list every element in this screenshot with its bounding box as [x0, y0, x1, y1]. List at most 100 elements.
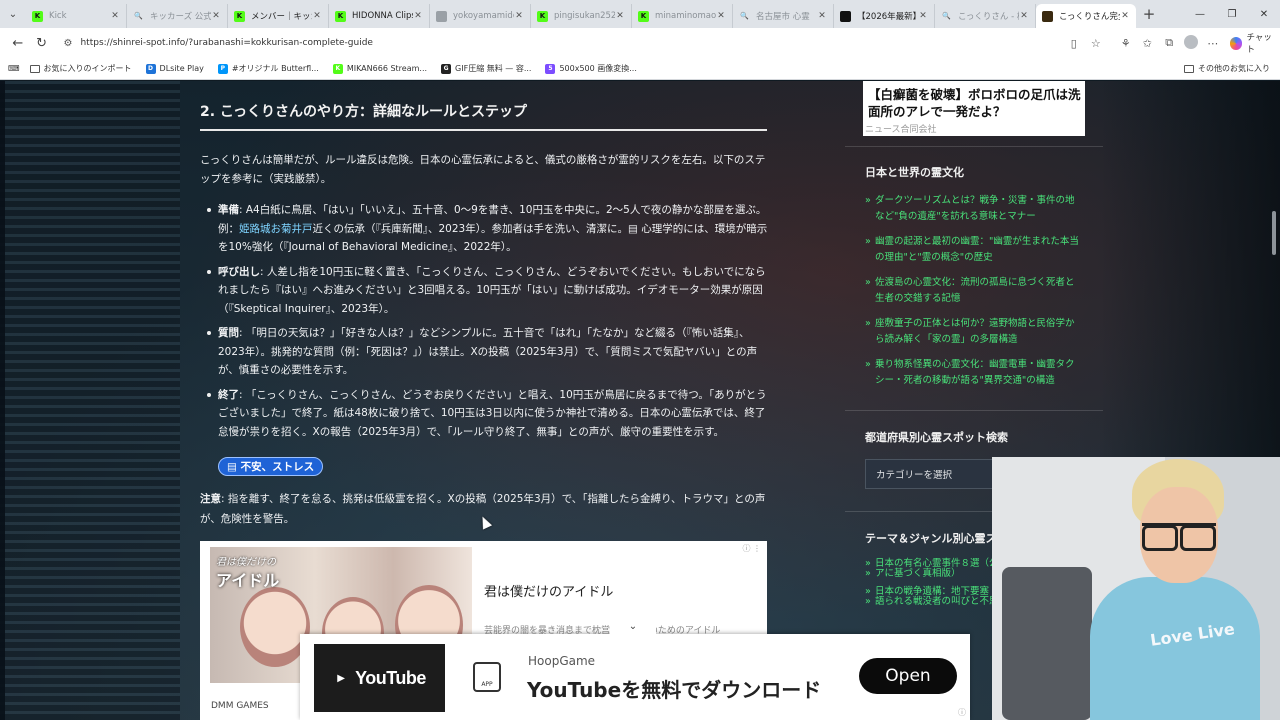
- tab-close-icon[interactable]: ✕: [413, 11, 423, 21]
- tab-title: 【2026年最新】名古屋: [857, 12, 918, 22]
- tab-title: 名古屋市 心霊: [756, 12, 810, 22]
- reload-icon[interactable]: ↻: [30, 31, 54, 55]
- tab-close-icon[interactable]: ✕: [817, 11, 827, 21]
- step-item: 質問: 「明日の天気は？」「好きな人は？」などシンプルに。五十音で「はれ」「たな…: [207, 324, 768, 380]
- tab-4[interactable]: yokoyamamidori✕: [430, 4, 531, 28]
- collections-icon[interactable]: ⧉: [1158, 36, 1180, 50]
- reader-mode-icon[interactable]: ▯: [1063, 37, 1085, 50]
- sidebar-link[interactable]: 乗り物系怪異の心霊文化：幽霊電車・幽霊タクシー・死者の移動が語る"異界交通"の構…: [865, 357, 1083, 389]
- tab-9[interactable]: 🔍 こっくりさん - 検索✕: [935, 4, 1036, 28]
- close-window-icon[interactable]: ✕: [1248, 0, 1280, 28]
- sidebar-link[interactable]: 幽霊の起源と最初の幽霊："幽霊が生まれた本当の理由"と"霊の概念"の歴史: [865, 234, 1083, 266]
- tag-anxiety-stress[interactable]: ▤ 不安、ストレス: [218, 457, 324, 476]
- tab-list: KKick✕🔍キッカーズ 公式・無料✕Kメンバー｜キッカーズ公式✕KHIDONN…: [26, 0, 1136, 28]
- tab-search-icon[interactable]: ⌄: [0, 0, 26, 28]
- favorites-icon[interactable]: ✩: [1137, 37, 1159, 50]
- more-menu-icon[interactable]: ⋯: [1202, 37, 1224, 50]
- sidebar-ad-title: 【白癬菌を破壊】ボロボロの足爪は洗面所のアレで一発だよ？: [868, 87, 1081, 119]
- play-icon: ▶: [337, 672, 345, 684]
- bookmark-favicon-icon: G: [441, 63, 452, 74]
- avatar-icon: [1183, 34, 1198, 49]
- tab-favicon-icon: 🔍: [134, 12, 143, 20]
- bookmark-favicon-icon: K: [332, 63, 343, 74]
- address-bar[interactable]: ⚙ https://shinrei-spot.info/?urabanashi=…: [57, 31, 1107, 55]
- tab-close-icon[interactable]: ✕: [110, 11, 120, 21]
- tab-close-icon[interactable]: ✕: [615, 11, 625, 21]
- tab-close-icon[interactable]: ✕: [514, 11, 524, 21]
- cam-person-shirt: Love Live: [1090, 577, 1260, 720]
- tab-favicon-icon: K: [32, 10, 43, 22]
- sidebar-link[interactable]: 座敷童子の正体とは何か？遠野物語と民俗学から読み解く「家の霊」の多層構造: [865, 316, 1083, 348]
- phone-app-icon: APP: [473, 662, 501, 692]
- bookmark-item[interactable]: G GIF圧縮 無料 — 容...: [441, 63, 531, 74]
- tab-close-icon[interactable]: ✕: [918, 11, 928, 21]
- youtube-logo-text: YouTube: [355, 667, 426, 688]
- sidebar-link[interactable]: ダークツーリズムとは？戦争・災害・事件の地など"負の遺産"を訪れる意味とマナー: [865, 193, 1083, 225]
- ad-headline[interactable]: YouTubeを無料でダウンロード: [527, 674, 821, 703]
- section-heading: 2. こっくりさんのやり方：詳細なルールとステップ: [200, 101, 767, 131]
- tab-7[interactable]: 🔍 名古屋市 心霊 ✕: [733, 4, 834, 28]
- cam-chair: [1002, 567, 1092, 720]
- bookmark-item[interactable]: お気に入りのインポート: [29, 63, 132, 74]
- tab-close-icon[interactable]: ✕: [716, 11, 726, 21]
- sidebar-link-list: ダークツーリズムとは？戦争・災害・事件の地など"負の遺産"を訪れる意味とマナー幽…: [865, 193, 1083, 389]
- step-link[interactable]: 姫路城お菊井戸: [239, 223, 313, 235]
- bookmark-item[interactable]: 5 500x500 画像変換...: [545, 63, 637, 74]
- sidebar-section-culture: 日本と世界の霊文化 ダークツーリズムとは？戦争・災害・事件の地など"負の遺産"を…: [845, 146, 1103, 411]
- bottom-sticky-ad[interactable]: ⌄ ▶ YouTube APP HoopGame YouTubeを無料でダウンロ…: [300, 618, 970, 720]
- sidebar-top-ad[interactable]: 【白癬菌を破壊】ボロボロの足爪は洗面所のアレで一発だよ？ ニュース合同会社: [863, 81, 1085, 136]
- sidebar-link[interactable]: 佐渡島の心霊文化：流刑の孤島に息づく死者と生者の交錯する記憶: [865, 275, 1083, 307]
- tab-title: HIDONNA Clips - Kick: [352, 11, 413, 21]
- bookmark-item[interactable]: P #オリジナル Butterfl...: [217, 63, 319, 74]
- profile-avatar[interactable]: [1180, 34, 1202, 52]
- new-tab-button[interactable]: +: [1136, 2, 1162, 26]
- cam-person-glasses: [1142, 523, 1216, 551]
- toolbar-actions: ⚘ ✩ ⧉ ⋯ チャット: [1115, 31, 1280, 55]
- url-text[interactable]: https://shinrei-spot.info/?urabanashi=ko…: [80, 38, 1062, 48]
- tab-0[interactable]: K Kick ✕: [26, 4, 127, 28]
- site-info-icon[interactable]: ⚙: [64, 38, 73, 49]
- tab-6[interactable]: Kminaminomao | Kick✕: [632, 4, 733, 28]
- step-item: 終了: 「こっくりさん、こっくりさん、どうぞお戻りください」と唱え、10円玉が鳥…: [207, 386, 768, 442]
- tab-10[interactable]: こっくりさん完全ガイド✕: [1036, 4, 1136, 28]
- tab-5[interactable]: Kpingisukan2525 | Kick✕: [531, 4, 632, 28]
- tab-title: Kick: [49, 11, 67, 21]
- ad-collapse-button[interactable]: ⌄: [610, 618, 656, 634]
- bookmark-item[interactable]: K MIKAN666 Stream...: [332, 63, 427, 74]
- sidebar-section-title: 都道府県別心霊スポット検索: [865, 431, 1008, 444]
- tab-title: yokoyamamidori: [453, 11, 514, 21]
- bookmark-item[interactable]: D DLsite Play: [145, 63, 204, 74]
- maximize-icon[interactable]: ❐: [1216, 0, 1248, 28]
- other-favorites[interactable]: その他のお気に入り: [1184, 63, 1270, 74]
- step-item: 準備: A4白紙に鳥居、「はい」「いいえ」、五十音、0〜9を書き、10円玉を中央…: [207, 201, 768, 257]
- tab-favicon-icon: K: [234, 10, 245, 22]
- tab-close-icon[interactable]: ✕: [211, 11, 221, 21]
- favorite-star-icon[interactable]: ☆: [1085, 37, 1107, 50]
- tab-8[interactable]: N 【2026年最新】名古屋✕: [834, 4, 935, 28]
- scrollbar-thumb[interactable]: [1272, 211, 1276, 255]
- minimize-icon[interactable]: —: [1184, 0, 1216, 28]
- bookmarks-bar: ⌨ お気に入りのインポート D DLsite Play P #オリジナル Butterf…: [0, 58, 1280, 80]
- tab-3[interactable]: K HIDONNA Clips - Kick✕: [329, 4, 430, 28]
- tab-favicon-icon: [436, 10, 447, 22]
- back-icon[interactable]: ←: [6, 31, 30, 55]
- youtube-logo[interactable]: ▶ YouTube: [314, 644, 445, 712]
- tab-1[interactable]: 🔍 キッカーズ 公式・無料✕: [127, 4, 228, 28]
- ad-info-icon[interactable]: ⓘ: [958, 707, 966, 718]
- ad-title[interactable]: 君は僕だけのアイドル: [484, 581, 613, 600]
- tab-2[interactable]: K メンバー｜キッカーズ公式✕: [228, 4, 329, 28]
- ad-open-button[interactable]: Open: [859, 658, 957, 694]
- tab-favicon-icon: 🔍: [942, 12, 951, 20]
- tab-close-icon[interactable]: ✕: [312, 11, 322, 21]
- ad-info-icon[interactable]: ⓘ ⋮: [742, 543, 761, 554]
- copilot-chat-button[interactable]: チャット: [1229, 31, 1280, 55]
- tab-title: キッカーズ 公式・無料: [150, 12, 211, 22]
- browser-toolbar: ← ↻ ⚙ https://shinrei-spot.info/?urabana…: [0, 28, 1280, 58]
- bookmarks-toggle-icon[interactable]: ⌨: [8, 64, 20, 73]
- tab-title: pingisukan2525 | Kick: [554, 11, 615, 21]
- tab-close-icon[interactable]: ✕: [1120, 11, 1130, 21]
- extensions-icon[interactable]: ⚘: [1115, 37, 1137, 50]
- tab-close-icon[interactable]: ✕: [1019, 11, 1029, 21]
- step-item: 呼び出し: 人差し指を10円玉に軽く置き、「こっくりさん、こっくりさん、どうぞお…: [207, 263, 768, 319]
- window-controls: — ❐ ✕: [1184, 0, 1280, 28]
